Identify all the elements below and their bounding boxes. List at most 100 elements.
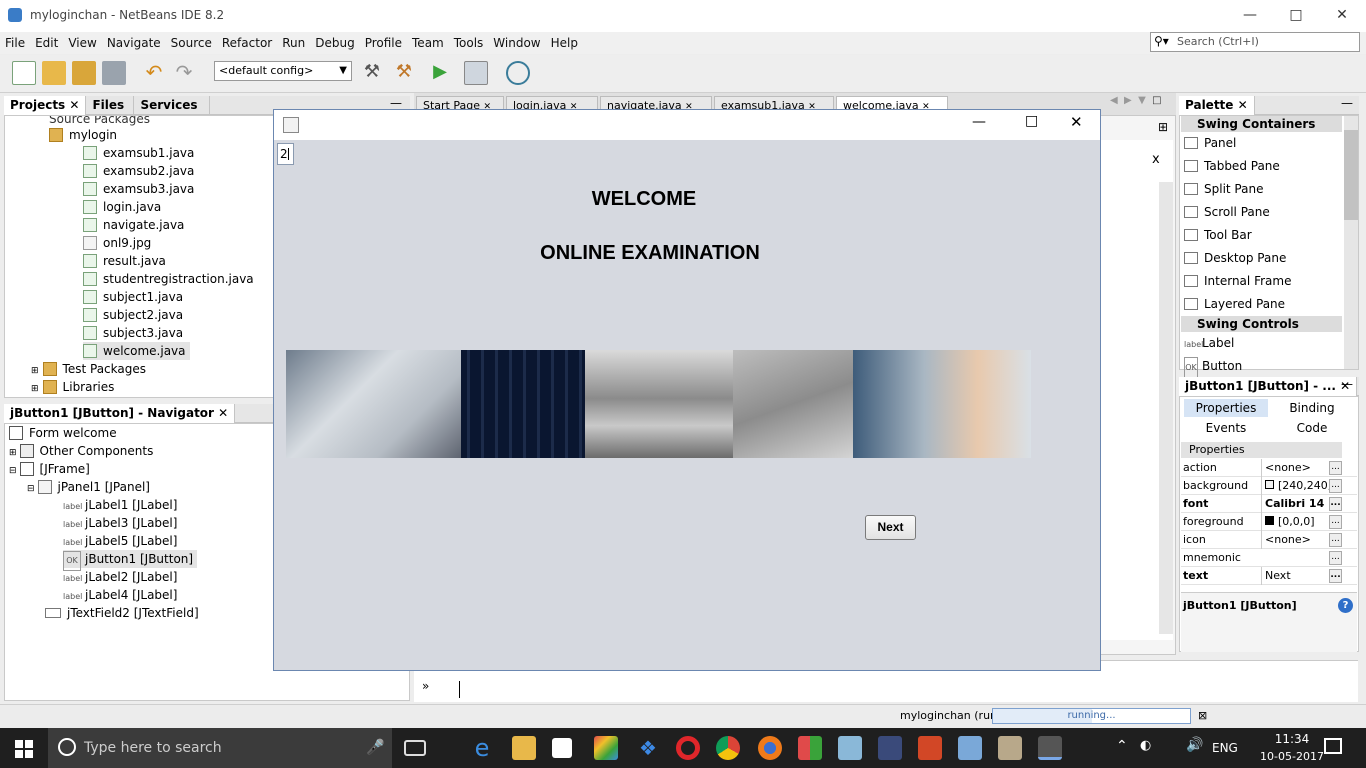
tab-events[interactable]: Events	[1184, 419, 1268, 437]
language-indicator[interactable]: ENG	[1212, 741, 1238, 755]
menu-help[interactable]: Help	[546, 32, 583, 54]
close-icon[interactable]: ✕	[1319, 0, 1365, 32]
menu-source[interactable]: Source	[166, 32, 217, 54]
tree-test-packages[interactable]: ⊞ Test Packages	[31, 360, 146, 378]
app-grid-icon[interactable]	[798, 736, 822, 760]
minimize-panel-icon[interactable]: —	[1341, 96, 1353, 110]
ellipsis-button[interactable]: ...	[1329, 479, 1342, 493]
palette-tool-bar[interactable]: Tool Bar	[1184, 225, 1252, 245]
designer-grid-icon[interactable]: ⊞	[1158, 120, 1168, 134]
tab-projects[interactable]: Projects ✕	[4, 96, 87, 115]
prop-font[interactable]: fontCalibri 14 B...	[1181, 495, 1357, 513]
tab-properties[interactable]: Properties	[1184, 399, 1268, 417]
prop-text[interactable]: text Next...	[1181, 567, 1357, 585]
opera-icon[interactable]	[676, 736, 700, 760]
palette-section-containers[interactable]: Swing Containers	[1181, 116, 1342, 132]
presentation-icon[interactable]	[918, 736, 942, 760]
ellipsis-button[interactable]: ...	[1329, 533, 1342, 547]
new-file-icon[interactable]	[12, 61, 36, 85]
app-close-icon[interactable]: ✕	[1070, 113, 1083, 131]
save-all-icon[interactable]	[102, 61, 126, 85]
tree-file-onl9[interactable]: onl9.jpg	[83, 234, 151, 252]
app-minimize-icon[interactable]: —	[972, 114, 986, 130]
expand-icon[interactable]: ⊞	[31, 366, 39, 376]
config-select[interactable]: <default config> ▼	[214, 61, 352, 81]
ellipsis-button[interactable]: ...	[1329, 569, 1342, 583]
nav-jframe[interactable]: ⊟ [JFrame]	[9, 460, 90, 478]
tree-file-subject2[interactable]: subject2.java	[83, 306, 183, 324]
editor-scrollbar[interactable]	[1159, 182, 1173, 634]
close-icon[interactable]: ✕	[1238, 98, 1248, 112]
close-icon[interactable]: x	[1152, 152, 1160, 167]
tab-palette[interactable]: Palette ✕	[1179, 96, 1255, 115]
close-icon[interactable]: ✕	[69, 98, 79, 112]
palette-scroll-pane[interactable]: Scroll Pane	[1184, 202, 1270, 222]
minimize-panel-icon[interactable]: —	[1341, 377, 1353, 391]
menu-run[interactable]: Run	[277, 32, 310, 54]
collapse-icon[interactable]: ⊟	[9, 466, 17, 476]
tree-file-examsub3[interactable]: examsub3.java	[83, 180, 194, 198]
nav-jlabel3[interactable]: label jLabel3 [JLabel]	[63, 514, 177, 532]
menu-profile[interactable]: Profile	[360, 32, 407, 54]
firefox-icon[interactable]	[758, 736, 782, 760]
output-cursor[interactable]	[459, 681, 460, 698]
menu-view[interactable]: View	[63, 32, 101, 54]
clock-date[interactable]: 10-05-2017	[1256, 750, 1328, 763]
volume-icon[interactable]: 🔊	[1186, 737, 1203, 753]
palette-layered-pane[interactable]: Layered Pane	[1184, 294, 1285, 314]
prop-action[interactable]: action <none>...	[1181, 459, 1357, 477]
file-explorer-icon[interactable]	[512, 736, 536, 760]
prop-mnemonic[interactable]: mnemonic...	[1181, 549, 1357, 567]
menu-refactor[interactable]: Refactor	[217, 32, 277, 54]
nav-jlabel1[interactable]: label jLabel1 [JLabel]	[63, 496, 177, 514]
close-icon[interactable]: ✕	[218, 406, 228, 420]
tree-file-studentregistraction[interactable]: studentregistraction.java	[83, 270, 254, 288]
tab-navigator[interactable]: jButton1 [JButton] - Navigator ✕	[4, 404, 236, 423]
tab-files[interactable]: Files	[86, 96, 135, 115]
nav-form-welcome[interactable]: Form welcome	[9, 424, 117, 442]
run-progress-bar[interactable]: running...	[992, 708, 1191, 724]
tab-binding[interactable]: Binding	[1272, 399, 1352, 417]
tree-file-examsub1[interactable]: examsub1.java	[83, 144, 194, 162]
tree-file-subject3[interactable]: subject3.java	[83, 324, 183, 342]
ellipsis-button[interactable]: ...	[1329, 497, 1342, 511]
menu-team[interactable]: Team	[407, 32, 449, 54]
edge-icon[interactable]: e	[470, 736, 494, 760]
minimize-icon[interactable]: —	[1227, 0, 1273, 32]
windows-start-icon[interactable]	[15, 740, 33, 758]
prop-icon[interactable]: icon <none>...	[1181, 531, 1357, 549]
tree-file-login[interactable]: login.java	[83, 198, 161, 216]
search-input[interactable]: ⚲▾ Search (Ctrl+I)	[1150, 32, 1360, 52]
nav-other-components[interactable]: ⊞ Other Components	[9, 442, 153, 460]
clock-time[interactable]: 11:34	[1262, 732, 1322, 746]
palette-desktop-pane[interactable]: Desktop Pane	[1184, 248, 1286, 268]
action-center-icon[interactable]	[1324, 738, 1342, 754]
build-icon[interactable]: ⚒	[360, 61, 384, 85]
expand-icon[interactable]: ⊞	[31, 384, 39, 394]
microphone-icon[interactable]: 🎤	[366, 738, 385, 756]
nav-jtextfield2[interactable]: jTextField2 [JTextField]	[45, 604, 199, 622]
nav-jlabel2[interactable]: label jLabel2 [JLabel]	[63, 568, 177, 586]
chrome-icon[interactable]	[716, 736, 740, 760]
tray-chevron-icon[interactable]: ⌃	[1116, 738, 1128, 754]
prop-background[interactable]: background [240,240,...	[1181, 477, 1357, 495]
palette-tabbed-pane[interactable]: Tabbed Pane	[1184, 156, 1280, 176]
paint-icon[interactable]	[594, 736, 618, 760]
nav-jlabel4[interactable]: label jLabel4 [JLabel]	[63, 586, 177, 604]
properties-section-header[interactable]: Properties	[1181, 442, 1342, 458]
virtualbox-icon[interactable]	[838, 736, 862, 760]
jtextfield2[interactable]: 2	[277, 143, 294, 165]
ellipsis-button[interactable]: ...	[1329, 461, 1342, 475]
redo-icon[interactable]: ↷	[172, 61, 196, 85]
tab-services[interactable]: Services	[134, 96, 211, 115]
tree-file-subject1[interactable]: subject1.java	[83, 288, 183, 306]
cube-icon[interactable]	[958, 736, 982, 760]
collapse-icon[interactable]: ⊟	[27, 484, 35, 494]
menu-navigate[interactable]: Navigate	[102, 32, 166, 54]
tree-package-mylogin[interactable]: mylogin	[49, 126, 117, 144]
java-app-icon[interactable]	[1038, 736, 1062, 760]
tree-libraries[interactable]: ⊞ Libraries	[31, 378, 114, 396]
open-project-icon[interactable]	[72, 61, 96, 85]
debug-icon[interactable]	[464, 61, 488, 85]
undo-icon[interactable]: ↶	[142, 61, 166, 85]
